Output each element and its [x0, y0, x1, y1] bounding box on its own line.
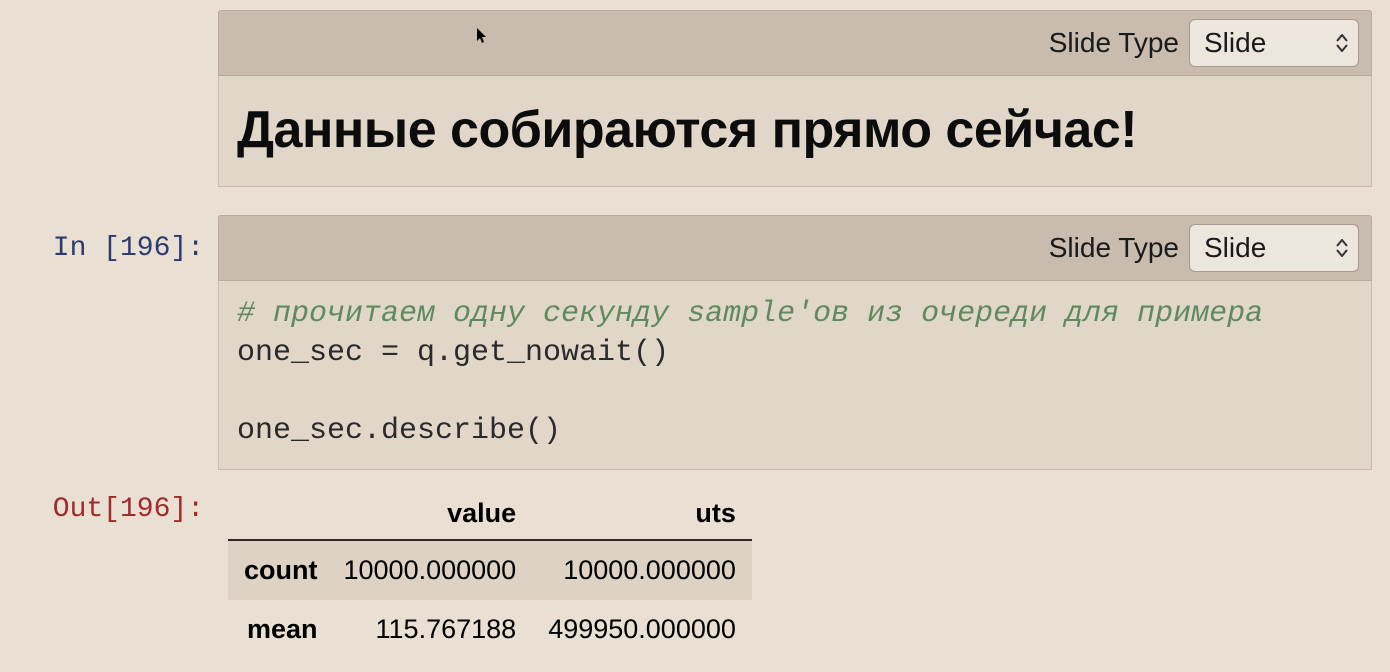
markdown-output[interactable]: Данные собираются прямо сейчас! [218, 76, 1372, 187]
slide-type-selected: Slide [1204, 232, 1266, 264]
table-col-header: uts [532, 488, 752, 540]
cell-toolbar: Slide Type Slide [218, 215, 1372, 281]
code-line: one_sec = q.get_nowait() [237, 336, 669, 370]
table-row: mean 115.767188 499950.000000 [228, 600, 752, 659]
code-cell: In [196]: Slide Type Slide # прочитаем о… [0, 215, 1390, 470]
table-row-label: mean [228, 600, 328, 659]
output-prompt: Out[196]: [0, 488, 218, 528]
describe-table: value uts count 10000.000000 10000.00000… [228, 488, 752, 659]
table-cell: 115.767188 [328, 600, 533, 659]
select-arrows-icon [1336, 239, 1348, 257]
cell-toolbar: Slide Type Slide [218, 10, 1372, 76]
markdown-cell: Slide Type Slide Данные собираются прямо… [0, 10, 1390, 187]
table-row-label: count [228, 540, 328, 600]
slide-type-label: Slide Type [1049, 232, 1179, 264]
table-col-header: value [328, 488, 533, 540]
code-comment: # прочитаем одну секунду sample'ов из оч… [237, 297, 1263, 331]
table-row: count 10000.000000 10000.000000 [228, 540, 752, 600]
input-prompt: In [196]: [0, 215, 218, 267]
table-cell: 10000.000000 [532, 540, 752, 600]
code-editor[interactable]: # прочитаем одну секунду sample'ов из оч… [218, 281, 1372, 470]
slide-type-select[interactable]: Slide [1189, 19, 1359, 67]
table-cell: 499950.000000 [532, 600, 752, 659]
table-corner [228, 488, 328, 540]
slide-type-selected: Slide [1204, 27, 1266, 59]
slide-type-label: Slide Type [1049, 27, 1179, 59]
slide-type-select[interactable]: Slide [1189, 224, 1359, 272]
markdown-heading: Данные собираются прямо сейчас! [237, 100, 1353, 160]
table-cell: 10000.000000 [328, 540, 533, 600]
output-cell: Out[196]: value uts count 10000.000000 1… [0, 488, 1390, 659]
select-arrows-icon [1336, 34, 1348, 52]
code-line: one_sec.describe() [237, 414, 561, 448]
